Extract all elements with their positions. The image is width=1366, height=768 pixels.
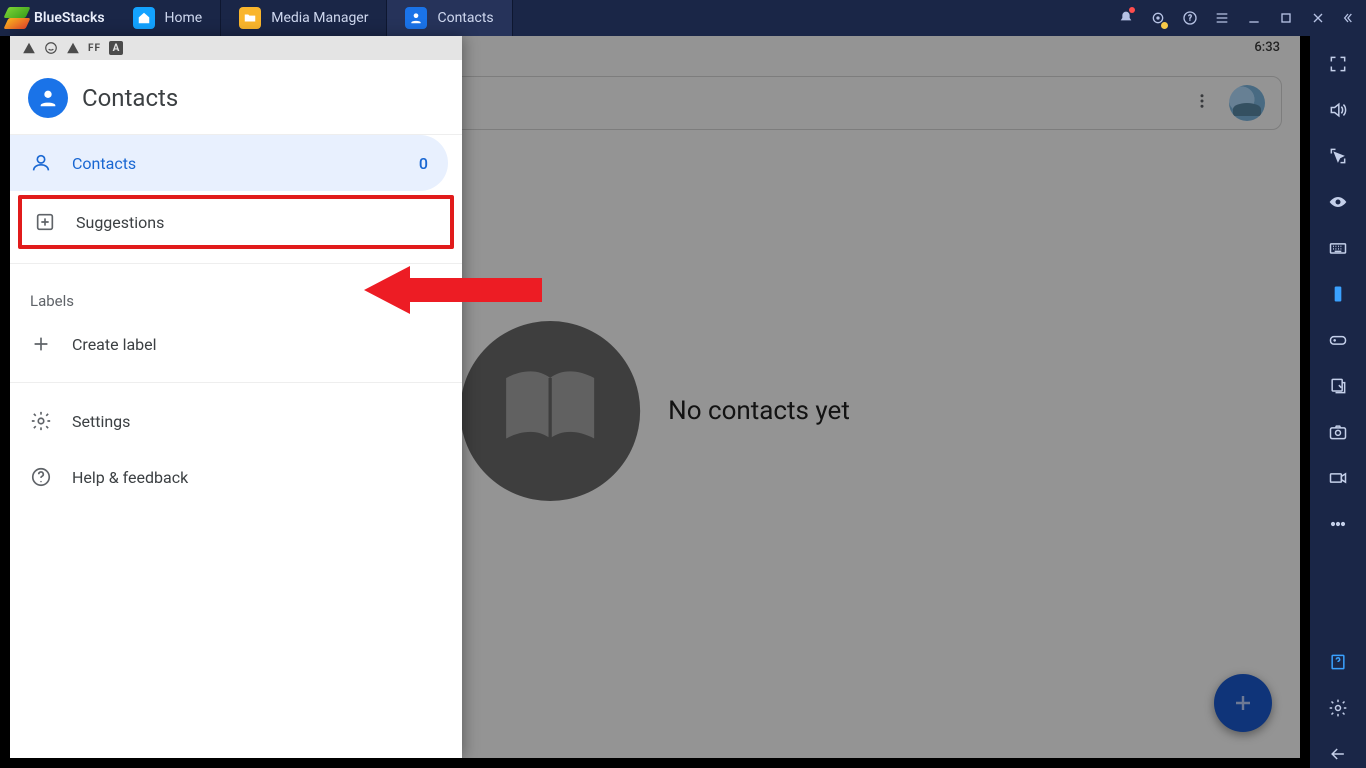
nav-create-label[interactable]: Create label: [10, 316, 462, 372]
tab-label: Home: [165, 10, 203, 26]
house-icon: [133, 7, 155, 29]
keyboard-button[interactable]: [1324, 234, 1352, 262]
contacts-app-icon: [28, 78, 68, 118]
nav-label: Contacts: [72, 154, 136, 173]
person-outline-icon: [30, 152, 52, 174]
labels-header: Labels: [10, 274, 462, 316]
macro-button[interactable]: [1324, 372, 1352, 400]
help-button[interactable]: ?: [1174, 0, 1206, 36]
gamepad-button[interactable]: [1324, 326, 1352, 354]
tab-label: Contacts: [437, 10, 493, 26]
divider: [10, 382, 462, 383]
svg-text:?: ?: [1188, 14, 1192, 23]
navigation-drawer: FF A Contacts Contacts 0: [10, 36, 462, 758]
nav-label: Settings: [72, 412, 130, 431]
warning-icon: [22, 41, 36, 55]
nav-label: Help & feedback: [72, 468, 188, 487]
divider: [10, 263, 462, 264]
volume-button[interactable]: [1324, 96, 1352, 124]
nav-help-feedback[interactable]: Help & feedback: [10, 449, 462, 505]
hamburger-button[interactable]: [1206, 0, 1238, 36]
emulator-screen: No contacts yet 6:33 FF A: [0, 36, 1310, 768]
faq-button[interactable]: [1324, 648, 1352, 676]
more-button[interactable]: [1324, 510, 1352, 538]
android-viewport: No contacts yet 6:33 FF A: [10, 36, 1300, 758]
notifications-button[interactable]: [1110, 0, 1142, 36]
folder-icon: [239, 7, 261, 29]
nav-settings[interactable]: Settings: [10, 393, 462, 449]
whatsapp-icon: [44, 41, 58, 55]
tab-home[interactable]: Home: [115, 0, 222, 36]
emulator-area: No contacts yet 6:33 FF A: [0, 36, 1366, 768]
nav-suggestions[interactable]: Suggestions: [18, 195, 454, 249]
minimize-button[interactable]: [1238, 0, 1270, 36]
record-button[interactable]: [1324, 464, 1352, 492]
contacts-count: 0: [419, 154, 428, 173]
drawer-header: Contacts: [10, 60, 462, 135]
maximize-button[interactable]: [1270, 0, 1302, 36]
warning-icon: [66, 41, 80, 55]
nav-label: Suggestions: [76, 213, 164, 232]
status-clock: 6:33: [1254, 40, 1280, 55]
tab-media-manager[interactable]: Media Manager: [221, 0, 387, 36]
location-button[interactable]: [1142, 0, 1174, 36]
sparkle-plus-icon: [34, 211, 56, 233]
settings-button[interactable]: [1324, 694, 1352, 722]
bluestacks-titlebar: BlueStacks Home Media Manager Contacts ?: [0, 0, 1366, 36]
close-button[interactable]: [1302, 0, 1334, 36]
person-icon: [405, 7, 427, 29]
gear-icon: [30, 410, 52, 432]
screenshot-button[interactable]: [1324, 418, 1352, 446]
brand-text: BlueStacks: [34, 10, 105, 26]
brand: BlueStacks: [0, 7, 115, 29]
status-a: A: [109, 41, 123, 55]
status-ff: FF: [88, 43, 101, 54]
bluestacks-logo-icon: [6, 7, 28, 29]
help-icon: [30, 466, 52, 488]
device-button[interactable]: [1324, 280, 1352, 308]
android-statusbar: FF A: [10, 36, 462, 60]
tab-label: Media Manager: [271, 10, 368, 26]
cursor-lock-button[interactable]: [1324, 142, 1352, 170]
bluestacks-side-toolbar: [1310, 36, 1366, 768]
collapse-sidebar-button[interactable]: [1334, 0, 1366, 36]
drawer-title: Contacts: [82, 84, 178, 112]
nav-label: Create label: [72, 335, 157, 354]
eye-button[interactable]: [1324, 188, 1352, 216]
back-button[interactable]: [1324, 740, 1352, 768]
plus-icon: [30, 333, 52, 355]
fullscreen-button[interactable]: [1324, 50, 1352, 78]
tab-contacts[interactable]: Contacts: [387, 0, 512, 36]
nav-contacts[interactable]: Contacts 0: [10, 135, 448, 191]
